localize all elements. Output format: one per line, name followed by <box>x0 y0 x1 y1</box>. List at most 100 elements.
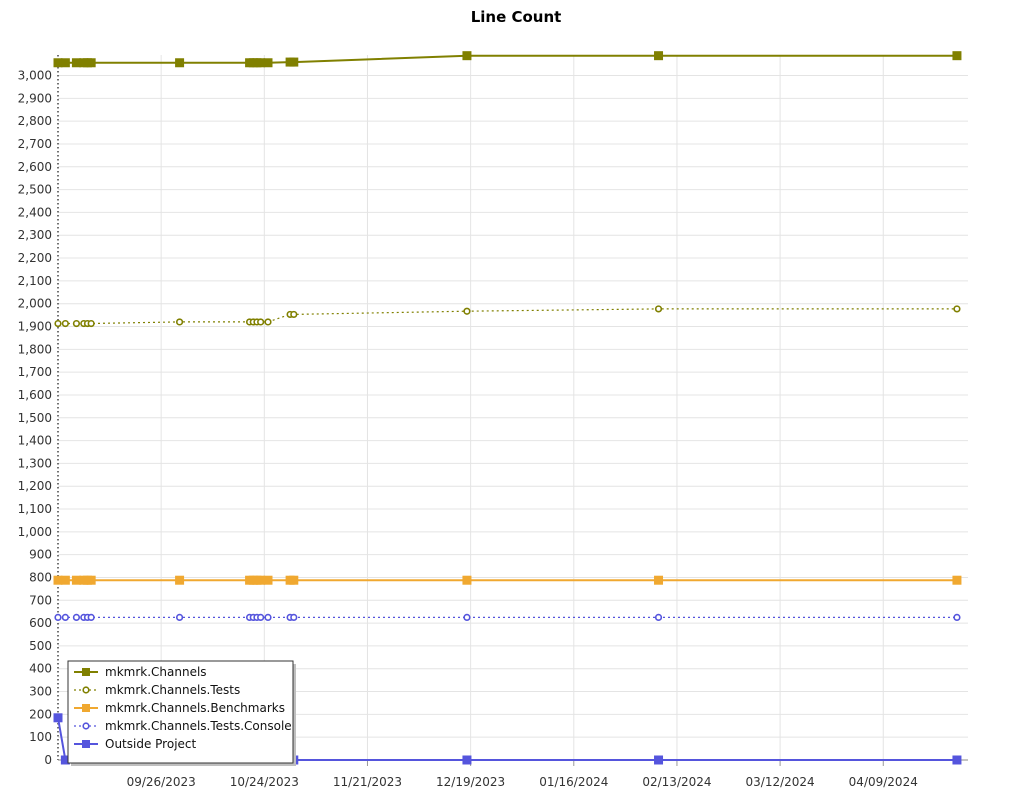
data-point <box>71 58 81 68</box>
x-tick-label: 02/13/2024 <box>642 775 711 789</box>
x-tick-label: 12/19/2023 <box>436 775 505 789</box>
data-point <box>952 755 962 765</box>
y-tick-label: 2,800 <box>18 114 52 128</box>
y-tick-label: 2,700 <box>18 137 52 151</box>
data-point <box>87 613 95 622</box>
data-point <box>953 613 961 622</box>
data-point <box>71 575 81 585</box>
data-point <box>654 575 664 585</box>
data-point <box>462 755 472 765</box>
data-point <box>257 613 265 622</box>
data-point <box>463 307 471 315</box>
data-point <box>264 613 272 622</box>
x-tick-label: 03/12/2024 <box>746 775 815 789</box>
legend-label: Outside Project <box>105 737 197 751</box>
y-tick-label: 1,100 <box>18 502 52 516</box>
data-point <box>86 58 96 68</box>
y-tick-label: 2,400 <box>18 205 52 219</box>
legend: mkmrk.Channels mkmrk.Channels.Tests mkmrk.… <box>67 660 296 766</box>
legend-label: mkmrk.Channels <box>105 665 207 679</box>
data-point <box>290 613 298 622</box>
legend-label: mkmrk.Channels.Tests <box>105 683 240 697</box>
data-point <box>289 57 299 67</box>
y-tick-label: 2,600 <box>18 160 52 174</box>
y-tick-label: 400 <box>29 662 52 676</box>
data-point <box>72 613 81 622</box>
y-tick-label: 800 <box>29 570 52 584</box>
data-point <box>256 58 266 68</box>
y-tick-label: 1,900 <box>18 320 52 334</box>
y-tick-label: 900 <box>29 548 52 562</box>
x-tick-label: 10/24/2023 <box>230 775 299 789</box>
data-point <box>462 575 472 585</box>
x-tick-label: 01/16/2024 <box>539 775 608 789</box>
data-point <box>54 319 62 328</box>
data-point <box>462 51 472 61</box>
data-point <box>290 310 298 319</box>
data-point <box>263 575 273 585</box>
data-point <box>53 575 63 585</box>
x-tick-label: 09/26/2023 <box>127 775 196 789</box>
data-point <box>952 51 962 61</box>
y-tick-label: 2,000 <box>18 297 52 311</box>
y-tick-label: 2,100 <box>18 274 52 288</box>
legend-swatch-marker <box>82 704 90 712</box>
legend-swatch-marker <box>82 722 90 730</box>
y-tick-label: 1,400 <box>18 434 52 448</box>
y-tick-label: 500 <box>29 639 52 653</box>
data-point <box>654 51 664 61</box>
y-tick-label: 2,300 <box>18 228 52 242</box>
legend-swatch-marker <box>82 668 90 676</box>
data-point <box>654 613 663 622</box>
data-point <box>952 575 962 585</box>
y-tick-label: 200 <box>29 707 52 721</box>
y-tick-label: 300 <box>29 685 52 699</box>
y-tick-label: 3,000 <box>18 69 52 83</box>
line-chart: Line Count 0 100 200 300 400 500 600 700 800 900 1… <box>0 0 1024 800</box>
y-tick-label: 600 <box>29 616 52 630</box>
y-tick-label: 0 <box>44 753 52 767</box>
data-point <box>175 613 184 622</box>
y-tick-label: 2,500 <box>18 183 52 197</box>
data-point <box>263 58 273 68</box>
data-point <box>54 613 62 622</box>
y-tick-label: 1,200 <box>18 479 52 493</box>
data-point <box>175 58 185 68</box>
data-point <box>61 319 69 328</box>
legend-label: mkmrk.Channels.Tests.Console <box>105 719 292 733</box>
y-tick-label: 2,200 <box>18 251 52 265</box>
data-point <box>60 58 70 68</box>
data-point <box>61 613 69 622</box>
y-tick-label: 700 <box>29 593 52 607</box>
y-tick-label: 2,900 <box>18 91 52 105</box>
chart-title: Line Count <box>471 8 562 26</box>
y-tick-label: 1,300 <box>18 456 52 470</box>
data-point <box>256 575 266 585</box>
data-point <box>257 318 265 326</box>
data-point <box>87 319 95 328</box>
y-tick-label: 1,000 <box>18 525 52 539</box>
legend-label: mkmrk.Channels.Benchmarks <box>105 701 285 715</box>
data-point <box>289 575 299 585</box>
data-point <box>654 305 663 313</box>
data-point <box>53 58 63 68</box>
data-point <box>463 613 471 622</box>
legend-swatch-marker <box>82 740 90 748</box>
y-tick-label: 1,800 <box>18 342 52 356</box>
data-point <box>72 319 81 328</box>
x-tick-label: 11/21/2023 <box>333 775 402 789</box>
data-point <box>86 575 96 585</box>
legend-swatch-marker <box>82 686 90 694</box>
data-point <box>60 575 70 585</box>
data-point <box>175 575 185 585</box>
data-point <box>264 318 272 326</box>
data-point <box>175 318 184 326</box>
x-tick-label: 04/09/2024 <box>849 775 918 789</box>
y-tick-label: 1,600 <box>18 388 52 402</box>
data-point <box>53 713 63 723</box>
y-tick-label: 100 <box>29 730 52 744</box>
y-tick-label: 1,700 <box>18 365 52 379</box>
data-point <box>654 755 664 765</box>
y-tick-label: 1,500 <box>18 411 52 425</box>
data-point <box>953 305 961 313</box>
